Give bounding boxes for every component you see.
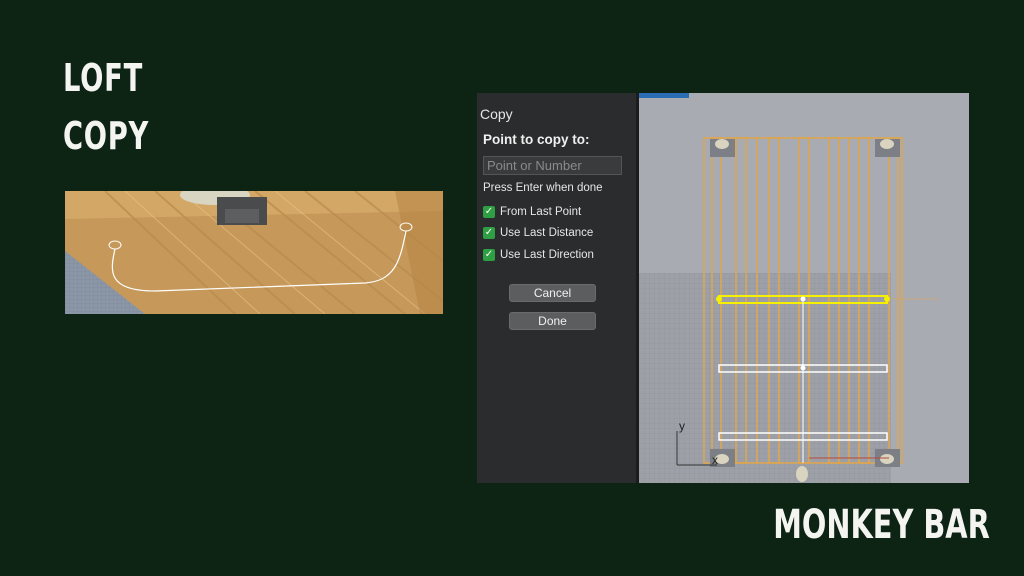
enter-hint: Press Enter when done xyxy=(483,182,603,194)
use-last-direction-option[interactable]: ✓ Use Last Direction xyxy=(483,248,594,262)
panel-title: Copy xyxy=(480,106,513,122)
loft-render xyxy=(65,191,443,314)
slide-footer: MONKEY BAR xyxy=(773,502,990,548)
use-last-distance-option[interactable]: ✓ Use Last Distance xyxy=(483,226,593,240)
rhino-screenshot: Copy Point to copy to: Point or Number P… xyxy=(477,93,969,483)
viewport-canvas[interactable] xyxy=(639,93,969,483)
point-input[interactable]: Point or Number xyxy=(483,156,622,175)
done-button[interactable]: Done xyxy=(509,312,596,330)
from-last-point-option[interactable]: ✓ From Last Point xyxy=(483,205,581,219)
checkbox-checked-icon[interactable]: ✓ xyxy=(483,249,495,261)
top-viewport[interactable]: y x xyxy=(639,93,969,483)
viewport-tab[interactable] xyxy=(639,93,689,98)
loft-preview-image xyxy=(65,191,443,314)
axis-y-label: y xyxy=(679,419,685,433)
checkbox-checked-icon[interactable]: ✓ xyxy=(483,227,495,239)
slide-heading-copy: COPY xyxy=(63,114,150,158)
slide-heading-loft: LOFT xyxy=(63,56,143,100)
command-panel: Copy Point to copy to: Point or Number P… xyxy=(477,93,636,483)
command-prompt: Point to copy to: xyxy=(483,132,590,147)
checkbox-checked-icon[interactable]: ✓ xyxy=(483,206,495,218)
option-label: Use Last Direction xyxy=(500,249,594,261)
cancel-button[interactable]: Cancel xyxy=(509,284,596,302)
option-label: Use Last Distance xyxy=(500,227,594,239)
axis-x-label: x xyxy=(712,453,718,467)
option-label: From Last Point xyxy=(500,206,582,218)
